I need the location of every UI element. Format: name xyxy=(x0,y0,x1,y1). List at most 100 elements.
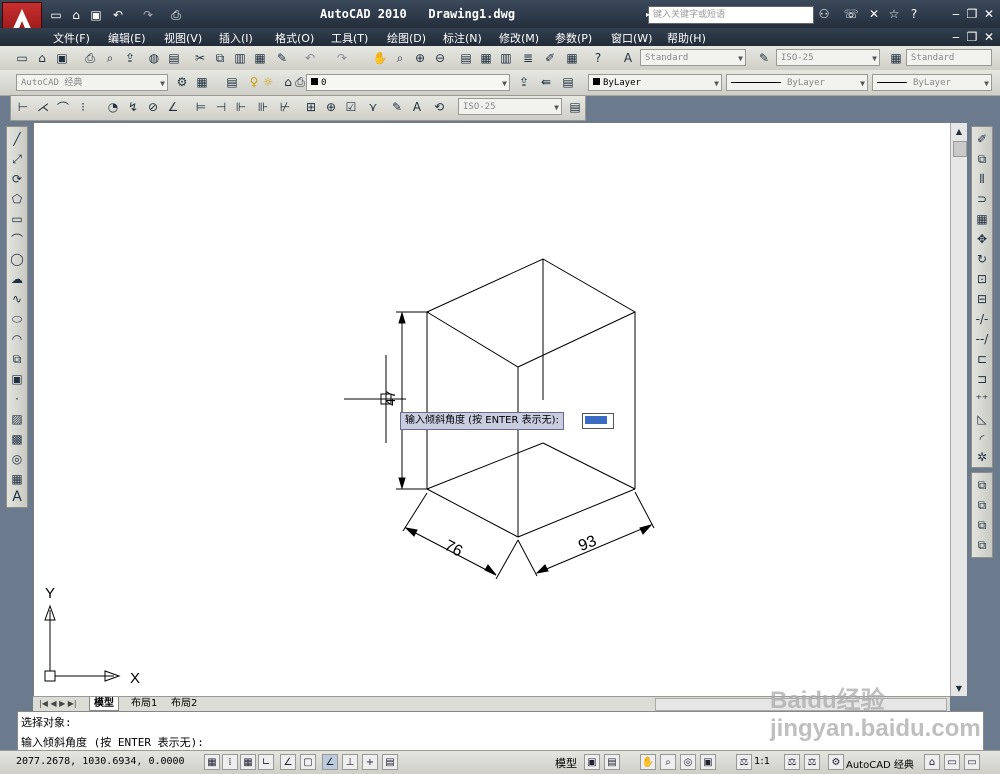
tolerance-icon[interactable]: ⊞ xyxy=(303,99,319,115)
layer-previous-icon[interactable]: ⇚ xyxy=(538,74,554,90)
design-center-icon[interactable]: ▦ xyxy=(478,50,494,66)
paste-icon[interactable]: ▥ xyxy=(232,50,248,66)
menu-window[interactable]: 窗口(W) xyxy=(611,30,652,46)
workspace-save-icon[interactable]: ▦ xyxy=(194,74,210,90)
snap-mode-icon[interactable]: ⁞ xyxy=(222,754,238,770)
table-style-select[interactable]: Standard xyxy=(906,49,992,66)
dim-style-manager-icon[interactable]: ▤ xyxy=(567,99,583,115)
redo-toolbar-icon[interactable]: ↷ xyxy=(334,50,350,66)
annotation-scale-value[interactable]: 1:1 xyxy=(754,756,770,767)
ellipse-arc-icon[interactable]: ◠ xyxy=(9,331,25,347)
tab-layout2[interactable]: 布局2 xyxy=(167,697,201,710)
search-expand-icon[interactable]: ▸ xyxy=(640,6,656,22)
text-style-select[interactable]: Standard ▼ xyxy=(640,49,746,66)
dim-space-icon[interactable]: ⊪ xyxy=(255,99,271,115)
layer-select[interactable]: 0 ▼ xyxy=(306,74,510,91)
zoom-status-icon[interactable]: ⌕ xyxy=(660,754,676,770)
dim-style-icon[interactable]: ✎ xyxy=(756,50,772,66)
menu-insert[interactable]: 插入(I) xyxy=(219,30,253,46)
clean-screen-icon[interactable]: ▭ xyxy=(964,754,980,770)
vertical-scroll-thumb[interactable] xyxy=(953,141,967,157)
send-under-icon[interactable]: ⧉ xyxy=(974,537,990,553)
pan-icon[interactable]: ✋ xyxy=(372,50,388,66)
minimize-icon[interactable]: ‒ xyxy=(948,6,964,22)
menu-tools[interactable]: 工具(T) xyxy=(331,30,368,46)
text-style-icon[interactable]: A xyxy=(620,50,636,66)
subscription-icon[interactable]: ✕ xyxy=(866,6,882,22)
annotation-visibility-icon[interactable]: ⚖ xyxy=(784,754,800,770)
construction-line-icon[interactable]: ⤢ xyxy=(9,151,25,167)
bring-front-icon[interactable]: ⧉ xyxy=(974,477,990,493)
search-input[interactable]: 键入关键字或短语 xyxy=(648,6,814,24)
help-toolbar-icon[interactable]: ? xyxy=(590,50,606,66)
move-icon[interactable]: ✥ xyxy=(974,231,990,247)
dim-update-icon[interactable]: ⟲ xyxy=(431,99,447,115)
menu-dimension[interactable]: 标注(N) xyxy=(443,30,482,46)
circle-icon[interactable]: ◯ xyxy=(9,251,25,267)
send-back-icon[interactable]: ⧉ xyxy=(974,497,990,513)
plot-toolbar-icon[interactable]: ⎙ xyxy=(82,50,98,66)
dynamic-input-icon[interactable]: + xyxy=(362,754,378,770)
inspect-icon[interactable]: ☑ xyxy=(343,99,359,115)
undo-icon[interactable]: ↶ xyxy=(110,7,126,23)
steering-wheel-icon[interactable]: ◎ xyxy=(680,754,696,770)
array-icon[interactable]: ▦ xyxy=(974,211,990,227)
calculator-icon[interactable]: ▦ xyxy=(564,50,580,66)
layer-freeze-icon[interactable]: ☼ xyxy=(260,74,276,90)
dim-angular-icon[interactable]: ∠ xyxy=(165,99,181,115)
dim-jogged-icon[interactable]: ↯ xyxy=(125,99,141,115)
menu-parametric[interactable]: 参数(P) xyxy=(555,30,592,46)
spline-icon[interactable]: ∿ xyxy=(9,291,25,307)
layer-properties-icon[interactable]: ▤ xyxy=(224,74,240,90)
bring-above-icon[interactable]: ⧉ xyxy=(974,517,990,533)
vertical-scrollbar[interactable]: ▲ ▼ xyxy=(950,123,967,696)
grid-display-icon[interactable]: ▦ xyxy=(240,754,256,770)
sheet-set-icon[interactable]: ▤ xyxy=(166,50,182,66)
menu-edit[interactable]: 编辑(E) xyxy=(108,30,146,46)
polyline-icon[interactable]: ⟳ xyxy=(9,171,25,187)
annotation-scale-icon[interactable]: ⚖ xyxy=(736,754,752,770)
paste-special-icon[interactable]: ▦ xyxy=(252,50,268,66)
model-label[interactable]: 模型 xyxy=(555,755,577,771)
markup-icon[interactable]: ✐ xyxy=(542,50,558,66)
zoom-realtime-icon[interactable]: ⌕ xyxy=(392,50,408,66)
communication-icon[interactable]: ☏ xyxy=(843,6,859,22)
insert-block-icon[interactable]: ⧉ xyxy=(9,351,25,367)
mirror-icon[interactable]: ⫴ xyxy=(974,171,990,187)
trim-icon[interactable]: -/- xyxy=(974,311,990,327)
dim-text-edit-icon[interactable]: A xyxy=(409,99,425,115)
3d-dwf-icon[interactable]: ◍ xyxy=(146,50,162,66)
dim-style-select-2[interactable]: ISO-25 ▼ xyxy=(458,98,562,115)
polygon-icon[interactable]: ⬠ xyxy=(9,191,25,207)
dim-baseline-icon[interactable]: ⊣ xyxy=(213,99,229,115)
quick-view-drawings-icon[interactable]: ▤ xyxy=(604,754,620,770)
ellipse-icon[interactable]: ⬭ xyxy=(9,311,25,327)
copy-icon[interactable]: ⧉ xyxy=(212,50,228,66)
dynamic-input-field[interactable] xyxy=(582,413,614,429)
publish-icon[interactable]: ⇪ xyxy=(122,50,138,66)
explode-icon[interactable]: ✲ xyxy=(974,449,990,465)
workspace-switch-icon[interactable]: ⚙ xyxy=(828,754,844,770)
dim-break-icon[interactable]: ⊬ xyxy=(277,99,293,115)
scroll-up-icon[interactable]: ▲ xyxy=(951,123,967,139)
doc-restore-icon[interactable]: ❐ xyxy=(964,29,980,45)
zoom-previous-icon[interactable]: ⊖ xyxy=(432,50,448,66)
open-file-icon[interactable]: ⌂ xyxy=(34,50,50,66)
arc-icon[interactable]: ⌒ xyxy=(9,231,25,247)
coordinates-readout[interactable]: 2077.2678, 1030.6934, 0.0000 xyxy=(16,756,185,767)
rectangle-icon[interactable]: ▭ xyxy=(9,211,25,227)
linetype-select[interactable]: ByLayer ▼ xyxy=(726,74,868,91)
break-at-point-icon[interactable]: ⊏ xyxy=(974,351,990,367)
menu-draw[interactable]: 绘图(D) xyxy=(387,30,426,46)
make-current-icon[interactable]: ⇪ xyxy=(516,74,532,90)
dim-style-select[interactable]: ISO-25 ▼ xyxy=(776,49,880,66)
point-icon[interactable]: · xyxy=(9,391,25,407)
menu-file[interactable]: 文件(F) xyxy=(53,30,90,46)
workspace-settings-icon[interactable]: ⚙ xyxy=(174,74,190,90)
erase-icon[interactable]: ✐ xyxy=(974,131,990,147)
dim-linear-icon[interactable]: ⊢ xyxy=(15,99,31,115)
open-icon[interactable]: ⌂ xyxy=(68,7,84,23)
auto-scale-icon[interactable]: ⚖ xyxy=(804,754,820,770)
join-icon[interactable]: ⁺⁺ xyxy=(974,391,990,407)
plot-preview-icon[interactable]: ⌕ xyxy=(102,50,118,66)
